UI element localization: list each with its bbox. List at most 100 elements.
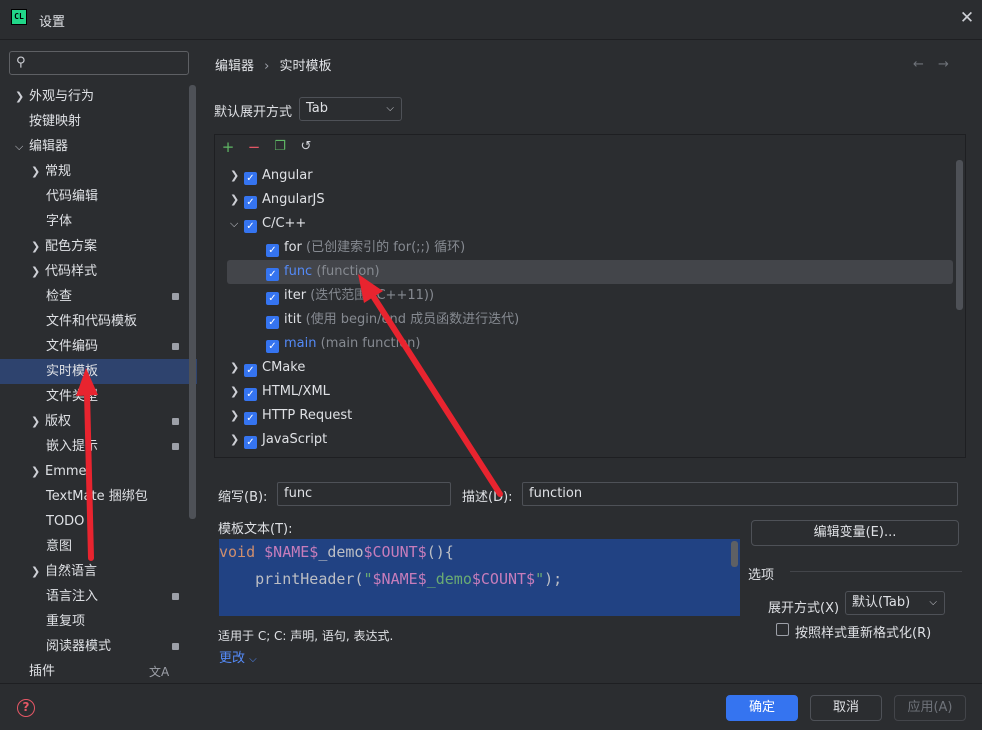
- sidebar-item-copyright[interactable]: ❯ 版权: [31, 409, 71, 434]
- group-name: C/C++: [262, 216, 307, 231]
- description-label: 描述(D):: [462, 490, 513, 505]
- close-icon[interactable]: ✕: [958, 9, 976, 27]
- help-icon[interactable]: ?: [17, 699, 35, 717]
- checkbox-checked[interactable]: ✓: [244, 220, 257, 233]
- template-item-iter[interactable]: ✓ iter (迭代范围 (C++11)): [266, 284, 434, 308]
- sidebar-item-appearance[interactable]: ❯ 外观与行为: [15, 84, 94, 109]
- checkbox-checked[interactable]: ✓: [244, 364, 257, 377]
- back-arrow-icon[interactable]: ←: [913, 57, 924, 72]
- template-group-javascript[interactable]: ❯ ✓ JavaScript: [230, 428, 327, 452]
- sidebar-item-plugins[interactable]: 插件: [29, 659, 55, 684]
- cancel-button[interactable]: 取消: [810, 695, 882, 721]
- template-desc: (使用 begin/end 成员函数进行迭代): [305, 312, 520, 327]
- checkbox-checked[interactable]: ✓: [266, 292, 279, 305]
- sidebar-item-inspections[interactable]: 检查: [46, 284, 72, 309]
- copy-icon[interactable]: ❐: [272, 139, 288, 155]
- sidebar-item-file-types[interactable]: 文件类型: [46, 384, 98, 409]
- template-desc: (迭代范围 (C++11)): [310, 288, 435, 303]
- reformat-checkbox[interactable]: [776, 623, 789, 636]
- template-group-http-request[interactable]: ❯ ✓ HTTP Request: [230, 404, 352, 428]
- code-keyword: void: [219, 543, 256, 561]
- sidebar-item-keymap[interactable]: 按键映射: [29, 109, 81, 134]
- breadcrumb-parent[interactable]: 编辑器: [215, 59, 254, 74]
- template-text-editor[interactable]: void $NAME$_demo$COUNT$(){ printHeader("…: [219, 539, 740, 616]
- default-expand-label: 默认展开方式: [214, 105, 293, 120]
- group-name: HTTP Request: [262, 408, 353, 423]
- group-name: AngularJS: [262, 192, 325, 207]
- sidebar-item-textmate[interactable]: TextMate 捆绑包: [46, 484, 148, 509]
- sidebar-item-intentions[interactable]: 意图: [46, 534, 72, 559]
- applies-to-text: 适用于 C; C: 声明, 语句, 表达式.: [218, 629, 394, 643]
- sidebar-item-emmet[interactable]: ❯ Emmet: [31, 459, 92, 484]
- sidebar-item-label: 自然语言: [45, 564, 98, 579]
- sidebar-item-font[interactable]: 字体: [46, 209, 72, 234]
- sidebar-item-live-templates[interactable]: 实时模板: [0, 359, 197, 384]
- checkbox-checked[interactable]: ✓: [244, 412, 257, 425]
- reformat-label[interactable]: 按照样式重新格式化(R): [795, 622, 931, 641]
- template-group-cpp[interactable]: ⌵ ✓ C/C++: [230, 212, 306, 236]
- checkbox-checked[interactable]: ✓: [266, 268, 279, 281]
- sidebar-item-file-encodings[interactable]: 文件编码: [46, 334, 98, 359]
- sidebar-item-file-templates[interactable]: 文件和代码模板: [46, 309, 137, 334]
- remove-icon[interactable]: −: [246, 139, 262, 155]
- checkbox-checked[interactable]: ✓: [244, 388, 257, 401]
- editor-scrollbar[interactable]: [731, 541, 738, 567]
- sidebar-item-label: 配色方案: [45, 239, 98, 254]
- change-link[interactable]: 更改 ⌵: [219, 647, 257, 666]
- sidebar-item-code-style[interactable]: ❯ 代码样式: [31, 259, 97, 284]
- chevron-down-icon: ⌵: [249, 654, 257, 665]
- edit-variables-button[interactable]: 编辑变量(E)...: [751, 520, 959, 546]
- sidebar-item-label: 阅读器模式: [46, 639, 112, 654]
- checkbox-checked[interactable]: ✓: [266, 244, 279, 257]
- template-item-itit[interactable]: ✓ itit (使用 begin/end 成员函数进行迭代): [266, 308, 519, 332]
- chevron-right-icon: ❯: [31, 265, 41, 278]
- options-divider: [790, 571, 962, 572]
- abbreviation-input[interactable]: func: [277, 482, 451, 506]
- template-item-func[interactable]: ✓ func (function): [266, 260, 380, 284]
- chevron-right-icon: ❯: [230, 169, 240, 182]
- sidebar-item-language-injections[interactable]: 语言注入: [46, 584, 98, 609]
- chevron-down-icon: ⌵: [386, 103, 394, 114]
- template-abbr: itit: [284, 312, 302, 327]
- sidebar-item-label: 字体: [46, 214, 73, 229]
- sidebar-item-todo[interactable]: TODO: [46, 509, 84, 534]
- checkbox-checked[interactable]: ✓: [244, 436, 257, 449]
- template-item-main[interactable]: ✓ main (main function): [266, 332, 421, 356]
- sidebar-item-inlay-hints[interactable]: 嵌入提示: [46, 434, 98, 459]
- sidebar-item-label: 嵌入提示: [46, 439, 99, 454]
- restore-icon[interactable]: ↺: [298, 139, 314, 155]
- sidebar-item-general[interactable]: ❯ 常规: [31, 159, 71, 184]
- default-expand-select[interactable]: Tab ⌵: [299, 97, 402, 121]
- sidebar-item-duplicates[interactable]: 重复项: [46, 609, 85, 634]
- template-item-for[interactable]: ✓ for (已创建索引的 for(;;) 循环): [266, 236, 465, 260]
- sidebar-item-code-editing[interactable]: 代码编辑: [46, 184, 98, 209]
- sidebar-scrollbar[interactable]: [189, 85, 196, 519]
- code-line-1: void $NAME$_demo$COUNT$(){: [219, 543, 454, 561]
- checkbox-checked[interactable]: ✓: [244, 196, 257, 209]
- checkbox-checked[interactable]: ✓: [244, 172, 257, 185]
- apply-button[interactable]: 应用(A): [894, 695, 966, 721]
- description-input[interactable]: function: [522, 482, 958, 506]
- checkbox-checked[interactable]: ✓: [266, 316, 279, 329]
- template-group-angularjs[interactable]: ❯ ✓ AngularJS: [230, 188, 325, 212]
- sidebar-item-reader-mode[interactable]: 阅读器模式: [46, 634, 111, 659]
- ok-button[interactable]: 确定: [726, 695, 798, 721]
- sidebar-item-editor[interactable]: ⌵ 编辑器: [15, 134, 68, 159]
- project-level-icon: [172, 443, 179, 450]
- sidebar-item-color-scheme[interactable]: ❯ 配色方案: [31, 234, 97, 259]
- expand-with-select[interactable]: 默认(Tab) ⌵: [845, 591, 945, 615]
- templates-scrollbar[interactable]: [956, 160, 963, 310]
- template-group-cmake[interactable]: ❯ ✓ CMake: [230, 356, 305, 380]
- sidebar-item-natural-languages[interactable]: ❯ 自然语言: [31, 559, 97, 584]
- add-icon[interactable]: +: [220, 139, 236, 155]
- template-group-angular[interactable]: ❯ ✓ Angular: [230, 164, 313, 188]
- chevron-down-icon: ⌵: [230, 217, 239, 230]
- project-level-icon: [172, 293, 179, 300]
- sidebar-item-label: 文件编码: [46, 339, 99, 354]
- chevron-right-icon: ❯: [31, 415, 41, 428]
- template-group-html-xml[interactable]: ❯ ✓ HTML/XML: [230, 380, 330, 404]
- template-abbr: for: [284, 240, 302, 255]
- search-input[interactable]: [9, 51, 189, 75]
- checkbox-checked[interactable]: ✓: [266, 340, 279, 353]
- forward-arrow-icon[interactable]: →: [938, 57, 949, 72]
